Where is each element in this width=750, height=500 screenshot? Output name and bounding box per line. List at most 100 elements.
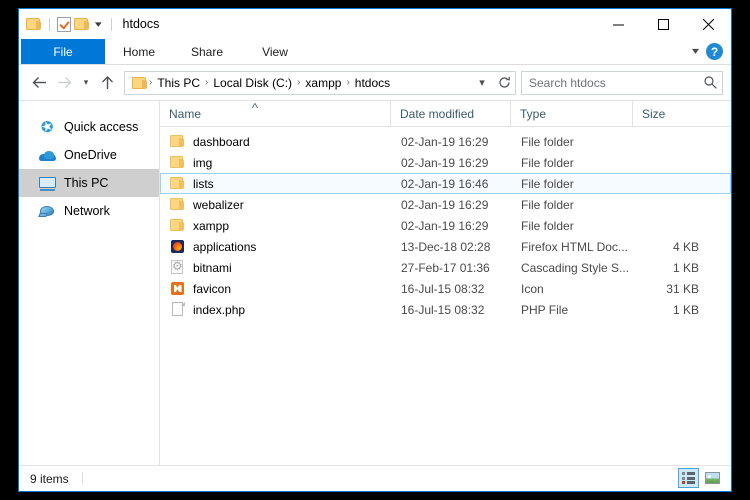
item-count-label: 9 items [30, 471, 69, 486]
sidebar-item-this-pc[interactable]: This PC [19, 169, 159, 197]
file-name-cell[interactable]: applications [161, 237, 391, 256]
column-header-type[interactable]: Type [510, 101, 632, 126]
table-row[interactable]: bitnami 27-Feb-17 01:36 Cascading Style … [160, 257, 731, 278]
search-box[interactable]: Search htdocs [521, 70, 723, 95]
breadcrumb[interactable]: › This PC › Local Disk (C:) › xampp › ht… [125, 76, 471, 90]
file-date-cell: 13-Dec-18 02:28 [401, 239, 491, 254]
file-type-cell: PHP File [521, 302, 569, 317]
file-size-cell [633, 132, 711, 151]
file-type-cell: Firefox HTML Doc... [521, 239, 628, 254]
back-button[interactable] [27, 70, 52, 96]
column-header-date-modified[interactable]: Date modified [390, 101, 510, 126]
tab-home[interactable]: Home [105, 39, 173, 64]
file-name-label: webalizer [193, 197, 244, 212]
file-date-cell: 02-Jan-19 16:46 [401, 176, 489, 191]
details-view-button[interactable] [678, 468, 699, 488]
file-name-cell[interactable]: dashboard [161, 132, 391, 151]
file-size-cell [633, 153, 711, 172]
file-name-label: img [193, 155, 213, 170]
status-divider [81, 472, 83, 485]
navigation-pane: ✪ Quick access OneDrive This PC Network [19, 101, 160, 465]
forward-button[interactable] [52, 70, 77, 96]
arrow-right-icon [58, 77, 72, 88]
breadcrumb-item-local-disk[interactable]: Local Disk (C:) [209, 76, 296, 90]
file-size-cell: 1 KB [672, 302, 699, 317]
file-name-cell[interactable]: xampp [161, 216, 391, 235]
file-name-cell[interactable]: img [161, 153, 391, 172]
chevron-down-icon: ▾ [83, 77, 89, 87]
file-name-cell[interactable]: bitnami [161, 258, 391, 277]
sidebar-item-onedrive[interactable]: OneDrive [19, 141, 159, 169]
xampp-favicon-icon [170, 281, 186, 296]
php-file-icon [170, 302, 186, 317]
recent-locations-button[interactable]: ▾ [77, 70, 95, 96]
folder-icon [170, 176, 186, 191]
status-bar: 9 items [19, 465, 731, 491]
maximize-button[interactable] [641, 9, 686, 39]
refresh-icon [498, 76, 510, 88]
chevron-down-icon[interactable]: ▾ [692, 46, 699, 57]
chevron-down-icon[interactable]: ▾ [90, 19, 106, 29]
star-icon: ✪ [38, 116, 57, 138]
tab-view[interactable]: View [241, 39, 309, 64]
table-row[interactable]: index.php 16-Jul-15 08:32 PHP File 1 KB [160, 299, 731, 320]
css-file-icon [170, 259, 186, 275]
explorer-body: ✪ Quick access OneDrive This PC Network [19, 100, 731, 465]
address-bar-buttons: ▾ [471, 72, 515, 94]
search-icon[interactable] [698, 76, 722, 89]
file-type-cell: Icon [521, 281, 544, 296]
breadcrumb-item-this-pc[interactable]: This PC [153, 76, 204, 90]
breadcrumb-item-xampp[interactable]: xampp [301, 76, 345, 90]
ribbon-right-controls: ▾ ? [692, 39, 727, 64]
arrow-left-icon [32, 77, 46, 88]
table-row[interactable]: applications 13-Dec-18 02:28 Firefox HTM… [160, 236, 731, 257]
file-name-label: xampp [193, 218, 230, 233]
breadcrumb-item-htdocs[interactable]: htdocs [351, 76, 394, 90]
close-button[interactable] [686, 9, 731, 39]
file-name-cell[interactable]: lists [161, 174, 391, 193]
table-row-selected[interactable]: lists 02-Jan-19 16:46 File folder [160, 173, 731, 194]
file-date-cell: 02-Jan-19 16:29 [401, 197, 489, 212]
table-row[interactable]: xampp 02-Jan-19 16:29 File folder [160, 215, 731, 236]
file-size-cell [633, 174, 711, 193]
table-row[interactable]: favicon 16-Jul-15 08:32 Icon 31 KB [160, 278, 731, 299]
sidebar-item-network[interactable]: Network [19, 197, 159, 225]
column-header-name[interactable]: Name ˄ [160, 101, 390, 126]
column-header-label: Size [642, 106, 666, 121]
new-folder-icon[interactable] [74, 17, 90, 31]
help-icon[interactable]: ? [706, 43, 723, 60]
table-row[interactable]: dashboard 02-Jan-19 16:29 File folder [160, 131, 731, 152]
properties-icon[interactable] [57, 16, 71, 32]
file-size-cell: 1 KB [672, 260, 699, 275]
tab-file[interactable]: File [21, 39, 105, 64]
search-input[interactable]: Search htdocs [522, 76, 698, 90]
column-header-size[interactable]: Size [632, 101, 710, 126]
up-button[interactable] [95, 70, 120, 96]
file-name-cell[interactable]: favicon [161, 279, 391, 298]
minimize-icon [613, 24, 624, 25]
refresh-button[interactable] [493, 72, 515, 94]
address-bar[interactable]: › This PC › Local Disk (C:) › xampp › ht… [124, 70, 516, 95]
file-name-cell[interactable]: index.php [161, 300, 391, 319]
file-size-cell [633, 195, 711, 214]
column-header-label: Name [169, 106, 202, 121]
sort-ascending-icon: ˄ [251, 101, 259, 112]
file-date-cell: 02-Jan-19 16:29 [401, 134, 489, 149]
file-name-label: lists [193, 176, 214, 191]
file-type-cell: File folder [521, 176, 574, 191]
file-size-cell: 4 KB [672, 239, 699, 254]
folder-icon [132, 76, 148, 90]
address-dropdown-button[interactable]: ▾ [471, 72, 493, 94]
file-type-cell: File folder [521, 218, 574, 233]
file-date-cell: 16-Jul-15 08:32 [401, 302, 485, 317]
file-name-label: applications [193, 239, 257, 254]
file-name-cell[interactable]: webalizer [161, 195, 391, 214]
table-row[interactable]: img 02-Jan-19 16:29 File folder [160, 152, 731, 173]
tab-share[interactable]: Share [173, 39, 241, 64]
toolbar-divider [49, 17, 50, 31]
table-row[interactable]: webalizer 02-Jan-19 16:29 File folder [160, 194, 731, 215]
minimize-button[interactable] [596, 9, 641, 39]
quick-access-toolbar: ▾ [19, 16, 116, 32]
large-icons-view-button[interactable] [702, 468, 723, 488]
sidebar-item-quick-access[interactable]: ✪ Quick access [19, 113, 159, 141]
